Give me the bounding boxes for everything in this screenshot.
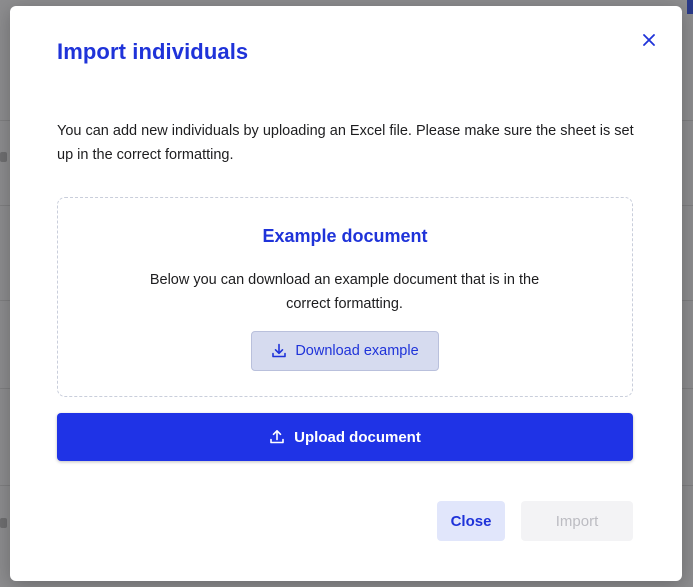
- download-icon: [271, 343, 287, 359]
- import-button[interactable]: Import: [521, 501, 633, 541]
- background-element: [0, 518, 7, 528]
- example-document-section: Example document Below you can download …: [57, 197, 633, 397]
- close-icon[interactable]: [639, 30, 659, 50]
- import-individuals-modal: Import individuals You can add new indiv…: [10, 6, 682, 581]
- upload-document-label: Upload document: [294, 428, 421, 446]
- background-element: [0, 152, 7, 162]
- modal-title: Import individuals: [57, 39, 249, 64]
- intro-text: You can add new individuals by uploading…: [57, 123, 634, 163]
- upload-document-button[interactable]: Upload document: [57, 413, 633, 461]
- example-title: Example document: [262, 226, 428, 246]
- close-button[interactable]: Close: [437, 501, 505, 541]
- background-element: [687, 0, 693, 14]
- upload-icon: [269, 429, 285, 445]
- example-description: Below you can download an example docume…: [149, 272, 540, 312]
- download-example-label: Download example: [295, 343, 419, 359]
- download-example-button[interactable]: Download example: [251, 331, 439, 371]
